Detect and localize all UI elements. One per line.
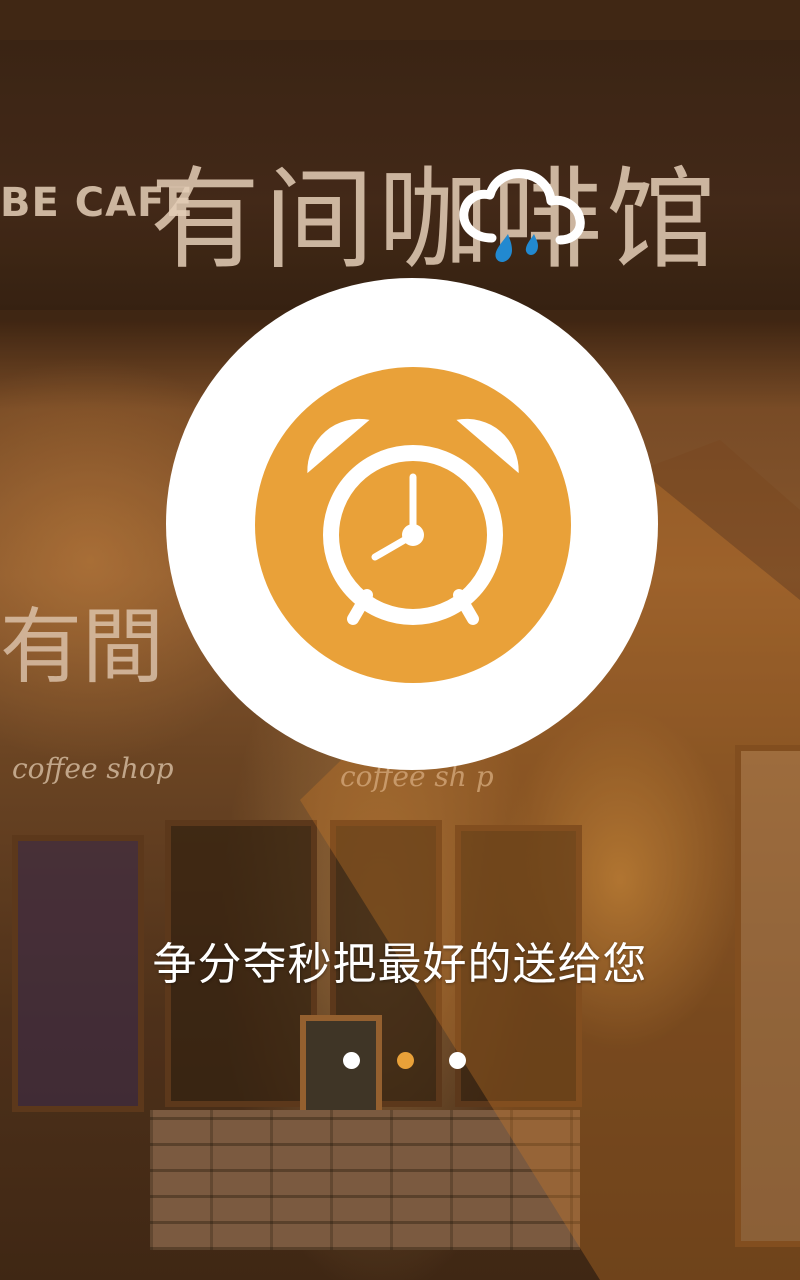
rain-cloud-icon <box>459 169 585 262</box>
page-dot-2-active[interactable] <box>397 1052 414 1069</box>
page-dot-1[interactable] <box>343 1052 360 1069</box>
clock-badge <box>255 367 571 683</box>
page-indicator <box>343 1052 469 1070</box>
alarm-clock-icon <box>307 418 519 625</box>
splash-screen: BE CAFE 有间咖啡馆 有間 coffee shop coffee sh p <box>0 0 800 1280</box>
tagline-text: 争分夺秒把最好的送给您 <box>152 939 648 990</box>
hero-circle <box>166 278 658 770</box>
page-dot-3[interactable] <box>449 1052 466 1069</box>
